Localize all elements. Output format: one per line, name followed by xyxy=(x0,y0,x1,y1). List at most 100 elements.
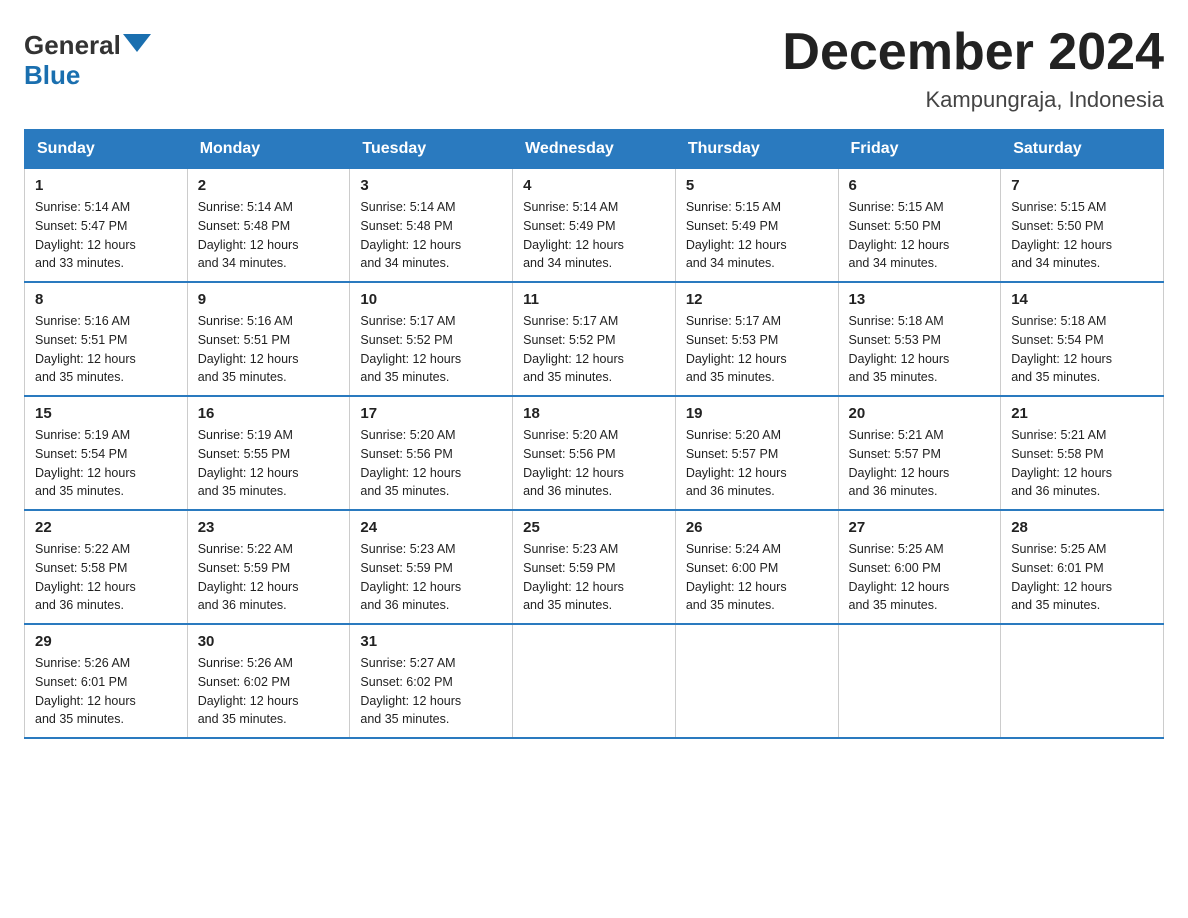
day-info: Sunrise: 5:15 AMSunset: 5:49 PMDaylight:… xyxy=(686,200,787,270)
table-row: 12 Sunrise: 5:17 AMSunset: 5:53 PMDaylig… xyxy=(675,282,838,396)
day-number: 4 xyxy=(523,177,665,194)
header-row: Sunday Monday Tuesday Wednesday Thursday… xyxy=(25,130,1164,169)
table-row: 3 Sunrise: 5:14 AMSunset: 5:48 PMDayligh… xyxy=(350,169,513,283)
day-info: Sunrise: 5:20 AMSunset: 5:56 PMDaylight:… xyxy=(360,428,461,498)
calendar-table: Sunday Monday Tuesday Wednesday Thursday… xyxy=(24,129,1164,739)
calendar-week-row: 1 Sunrise: 5:14 AMSunset: 5:47 PMDayligh… xyxy=(25,169,1164,283)
day-info: Sunrise: 5:26 AMSunset: 6:02 PMDaylight:… xyxy=(198,656,299,726)
logo-blue-text: Blue xyxy=(24,60,151,91)
day-number: 31 xyxy=(360,633,502,650)
day-info: Sunrise: 5:14 AMSunset: 5:49 PMDaylight:… xyxy=(523,200,624,270)
table-row: 17 Sunrise: 5:20 AMSunset: 5:56 PMDaylig… xyxy=(350,396,513,510)
day-number: 29 xyxy=(35,633,177,650)
col-wednesday: Wednesday xyxy=(513,130,676,169)
day-info: Sunrise: 5:17 AMSunset: 5:53 PMDaylight:… xyxy=(686,314,787,384)
day-info: Sunrise: 5:14 AMSunset: 5:47 PMDaylight:… xyxy=(35,200,136,270)
day-info: Sunrise: 5:19 AMSunset: 5:54 PMDaylight:… xyxy=(35,428,136,498)
table-row: 5 Sunrise: 5:15 AMSunset: 5:49 PMDayligh… xyxy=(675,169,838,283)
day-number: 18 xyxy=(523,405,665,422)
day-number: 15 xyxy=(35,405,177,422)
day-number: 11 xyxy=(523,291,665,308)
day-number: 12 xyxy=(686,291,828,308)
day-info: Sunrise: 5:23 AMSunset: 5:59 PMDaylight:… xyxy=(360,542,461,612)
day-number: 5 xyxy=(686,177,828,194)
day-info: Sunrise: 5:24 AMSunset: 6:00 PMDaylight:… xyxy=(686,542,787,612)
table-row: 13 Sunrise: 5:18 AMSunset: 5:53 PMDaylig… xyxy=(838,282,1001,396)
day-number: 24 xyxy=(360,519,502,536)
day-info: Sunrise: 5:21 AMSunset: 5:58 PMDaylight:… xyxy=(1011,428,1112,498)
table-row: 29 Sunrise: 5:26 AMSunset: 6:01 PMDaylig… xyxy=(25,624,188,738)
day-info: Sunrise: 5:23 AMSunset: 5:59 PMDaylight:… xyxy=(523,542,624,612)
day-info: Sunrise: 5:15 AMSunset: 5:50 PMDaylight:… xyxy=(849,200,950,270)
day-number: 6 xyxy=(849,177,991,194)
col-tuesday: Tuesday xyxy=(350,130,513,169)
calendar-body: 1 Sunrise: 5:14 AMSunset: 5:47 PMDayligh… xyxy=(25,169,1164,739)
table-row: 21 Sunrise: 5:21 AMSunset: 5:58 PMDaylig… xyxy=(1001,396,1164,510)
col-sunday: Sunday xyxy=(25,130,188,169)
day-number: 21 xyxy=(1011,405,1153,422)
month-title: December 2024 xyxy=(782,24,1164,81)
table-row xyxy=(675,624,838,738)
table-row: 28 Sunrise: 5:25 AMSunset: 6:01 PMDaylig… xyxy=(1001,510,1164,624)
table-row: 9 Sunrise: 5:16 AMSunset: 5:51 PMDayligh… xyxy=(187,282,350,396)
calendar-week-row: 15 Sunrise: 5:19 AMSunset: 5:54 PMDaylig… xyxy=(25,396,1164,510)
day-info: Sunrise: 5:15 AMSunset: 5:50 PMDaylight:… xyxy=(1011,200,1112,270)
day-number: 22 xyxy=(35,519,177,536)
day-info: Sunrise: 5:22 AMSunset: 5:58 PMDaylight:… xyxy=(35,542,136,612)
day-info: Sunrise: 5:20 AMSunset: 5:57 PMDaylight:… xyxy=(686,428,787,498)
table-row: 27 Sunrise: 5:25 AMSunset: 6:00 PMDaylig… xyxy=(838,510,1001,624)
table-row: 2 Sunrise: 5:14 AMSunset: 5:48 PMDayligh… xyxy=(187,169,350,283)
table-row: 8 Sunrise: 5:16 AMSunset: 5:51 PMDayligh… xyxy=(25,282,188,396)
logo-arrow-icon xyxy=(123,34,151,52)
location-title: Kampungraja, Indonesia xyxy=(782,87,1164,113)
calendar-week-row: 29 Sunrise: 5:26 AMSunset: 6:01 PMDaylig… xyxy=(25,624,1164,738)
day-info: Sunrise: 5:19 AMSunset: 5:55 PMDaylight:… xyxy=(198,428,299,498)
day-info: Sunrise: 5:17 AMSunset: 5:52 PMDaylight:… xyxy=(523,314,624,384)
day-number: 19 xyxy=(686,405,828,422)
logo-general-text: General xyxy=(24,32,121,58)
day-info: Sunrise: 5:21 AMSunset: 5:57 PMDaylight:… xyxy=(849,428,950,498)
day-number: 7 xyxy=(1011,177,1153,194)
table-row: 1 Sunrise: 5:14 AMSunset: 5:47 PMDayligh… xyxy=(25,169,188,283)
table-row: 26 Sunrise: 5:24 AMSunset: 6:00 PMDaylig… xyxy=(675,510,838,624)
day-number: 28 xyxy=(1011,519,1153,536)
day-info: Sunrise: 5:25 AMSunset: 6:01 PMDaylight:… xyxy=(1011,542,1112,612)
page-header: General Blue December 2024 Kampungraja, … xyxy=(24,24,1164,113)
day-number: 10 xyxy=(360,291,502,308)
day-number: 14 xyxy=(1011,291,1153,308)
day-number: 30 xyxy=(198,633,340,650)
day-number: 26 xyxy=(686,519,828,536)
table-row: 10 Sunrise: 5:17 AMSunset: 5:52 PMDaylig… xyxy=(350,282,513,396)
day-number: 27 xyxy=(849,519,991,536)
day-info: Sunrise: 5:14 AMSunset: 5:48 PMDaylight:… xyxy=(360,200,461,270)
day-number: 9 xyxy=(198,291,340,308)
calendar-week-row: 8 Sunrise: 5:16 AMSunset: 5:51 PMDayligh… xyxy=(25,282,1164,396)
table-row: 14 Sunrise: 5:18 AMSunset: 5:54 PMDaylig… xyxy=(1001,282,1164,396)
table-row: 11 Sunrise: 5:17 AMSunset: 5:52 PMDaylig… xyxy=(513,282,676,396)
logo: General Blue xyxy=(24,32,151,91)
table-row xyxy=(1001,624,1164,738)
day-info: Sunrise: 5:25 AMSunset: 6:00 PMDaylight:… xyxy=(849,542,950,612)
day-info: Sunrise: 5:16 AMSunset: 5:51 PMDaylight:… xyxy=(198,314,299,384)
calendar-week-row: 22 Sunrise: 5:22 AMSunset: 5:58 PMDaylig… xyxy=(25,510,1164,624)
col-monday: Monday xyxy=(187,130,350,169)
day-info: Sunrise: 5:14 AMSunset: 5:48 PMDaylight:… xyxy=(198,200,299,270)
day-info: Sunrise: 5:17 AMSunset: 5:52 PMDaylight:… xyxy=(360,314,461,384)
day-number: 1 xyxy=(35,177,177,194)
day-number: 16 xyxy=(198,405,340,422)
col-friday: Friday xyxy=(838,130,1001,169)
table-row: 31 Sunrise: 5:27 AMSunset: 6:02 PMDaylig… xyxy=(350,624,513,738)
day-info: Sunrise: 5:18 AMSunset: 5:53 PMDaylight:… xyxy=(849,314,950,384)
day-number: 3 xyxy=(360,177,502,194)
table-row: 20 Sunrise: 5:21 AMSunset: 5:57 PMDaylig… xyxy=(838,396,1001,510)
table-row: 18 Sunrise: 5:20 AMSunset: 5:56 PMDaylig… xyxy=(513,396,676,510)
col-thursday: Thursday xyxy=(675,130,838,169)
table-row: 23 Sunrise: 5:22 AMSunset: 5:59 PMDaylig… xyxy=(187,510,350,624)
day-info: Sunrise: 5:26 AMSunset: 6:01 PMDaylight:… xyxy=(35,656,136,726)
day-number: 25 xyxy=(523,519,665,536)
day-number: 8 xyxy=(35,291,177,308)
calendar-header: Sunday Monday Tuesday Wednesday Thursday… xyxy=(25,130,1164,169)
day-info: Sunrise: 5:18 AMSunset: 5:54 PMDaylight:… xyxy=(1011,314,1112,384)
day-info: Sunrise: 5:20 AMSunset: 5:56 PMDaylight:… xyxy=(523,428,624,498)
table-row: 22 Sunrise: 5:22 AMSunset: 5:58 PMDaylig… xyxy=(25,510,188,624)
